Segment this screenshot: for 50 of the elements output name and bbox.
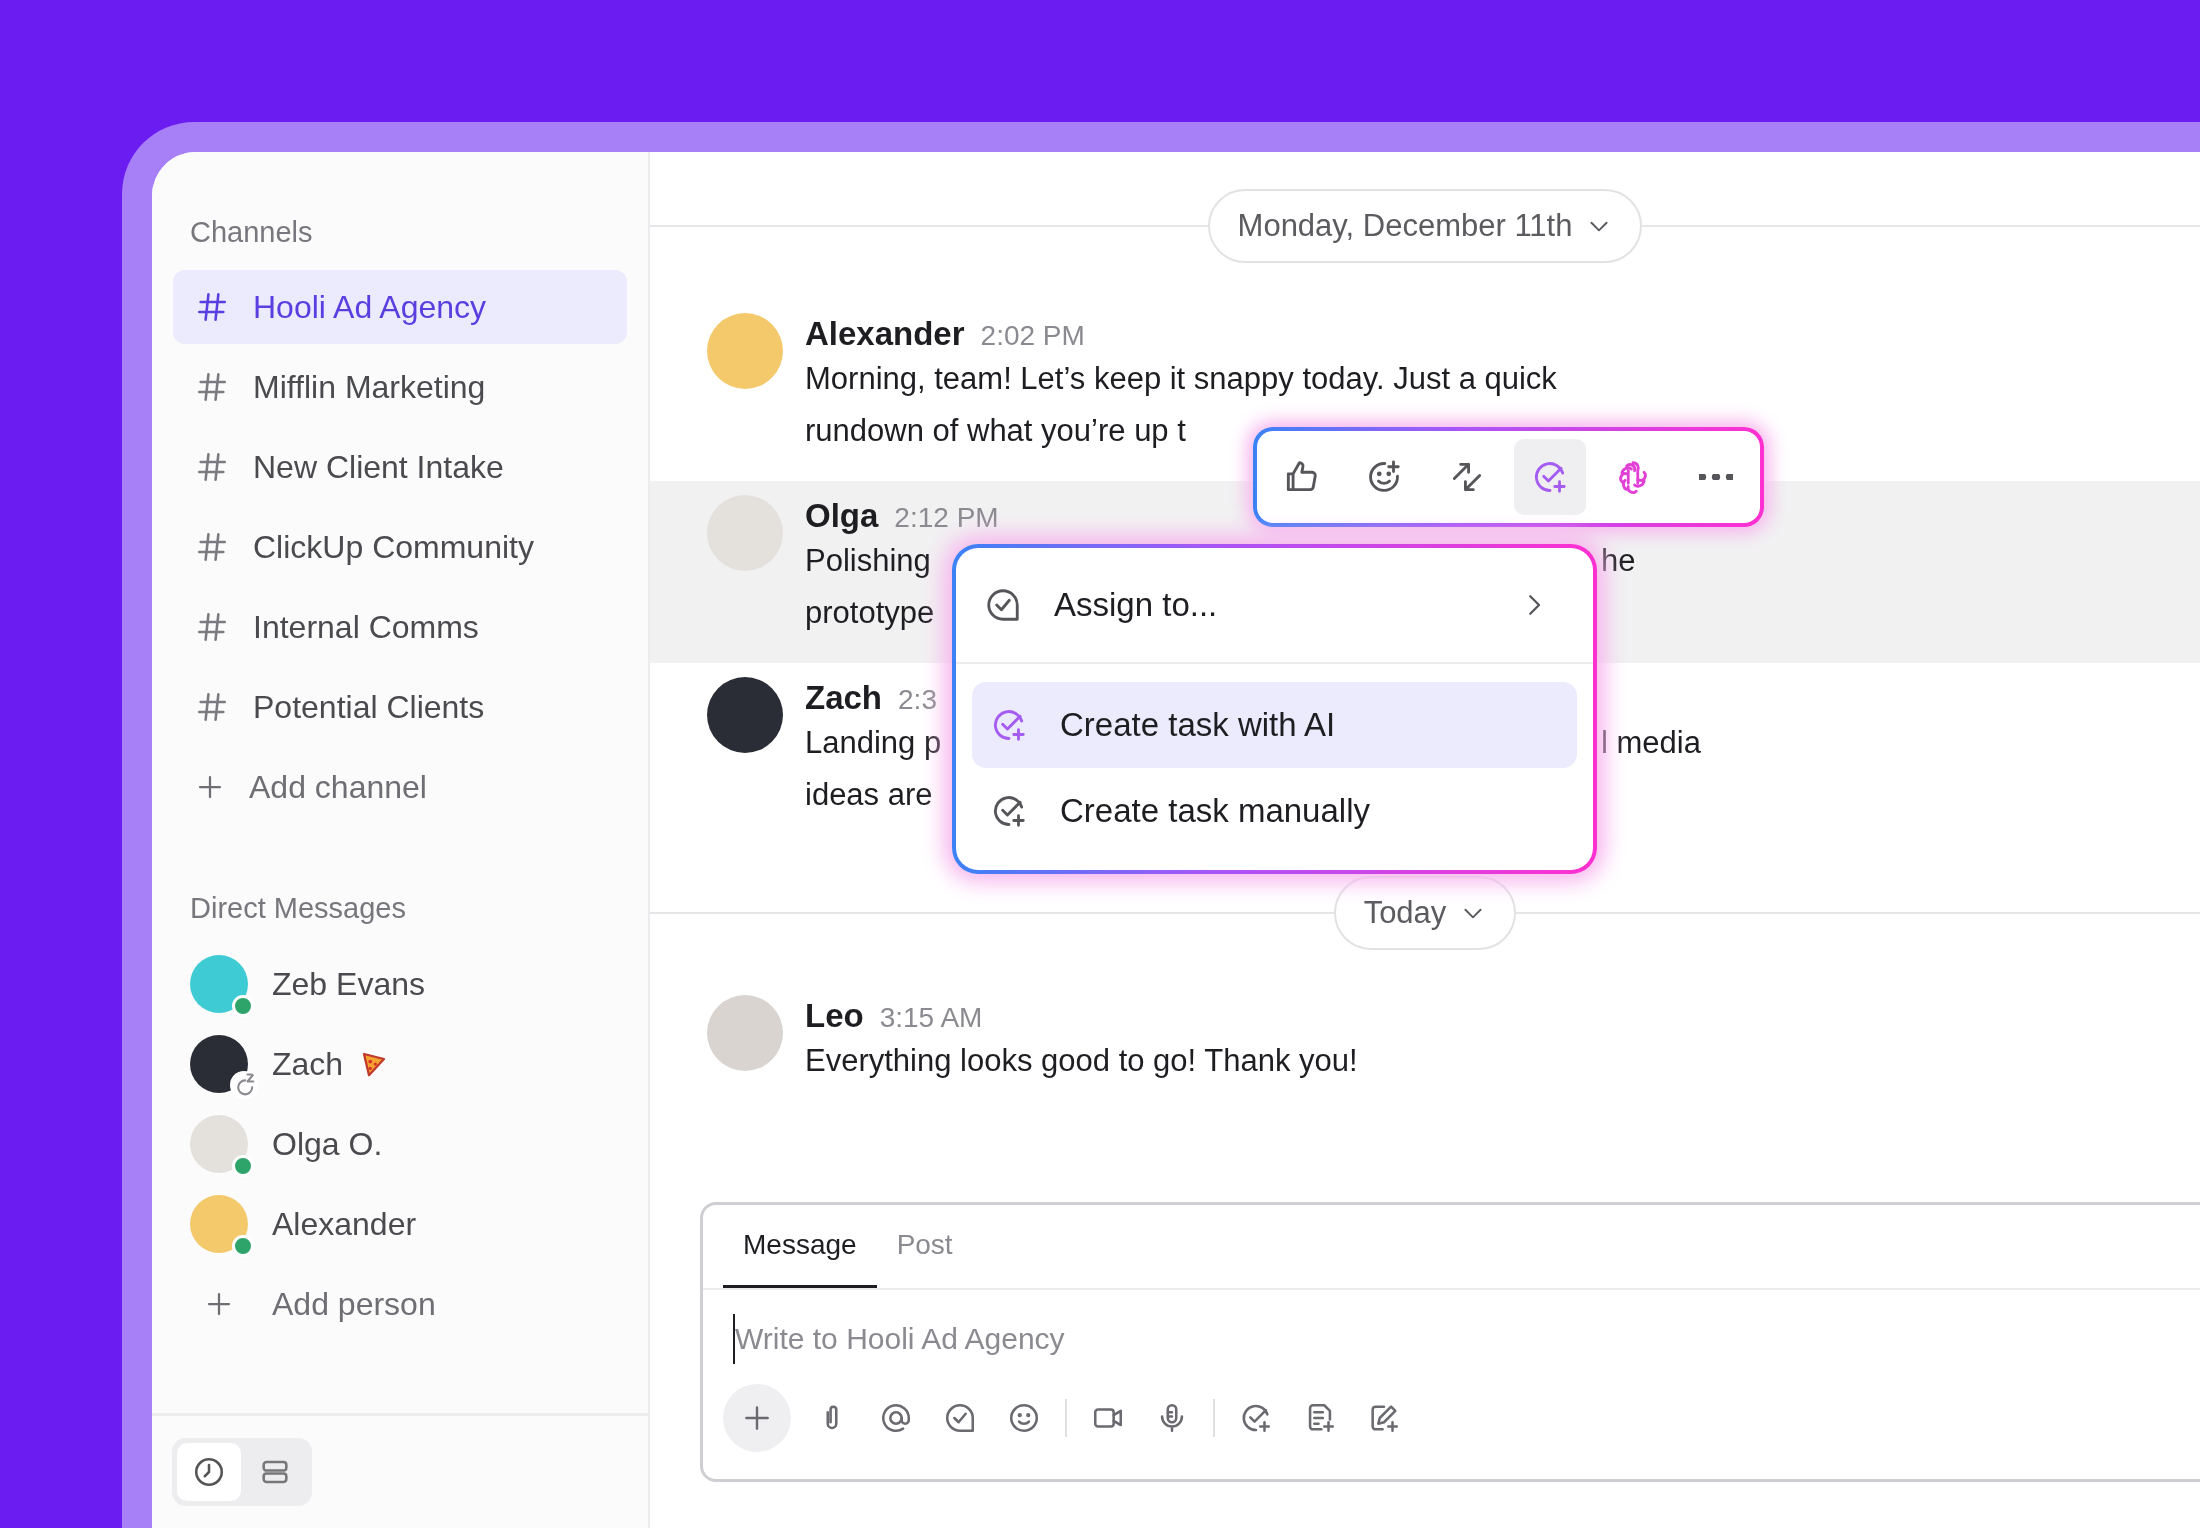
channel-item[interactable]: Hooli Ad Agency [173, 270, 627, 344]
channel-item[interactable]: Potential Clients [173, 670, 627, 744]
author-name: Zach [805, 678, 883, 718]
hash-icon [195, 690, 229, 724]
menu-item[interactable]: Create task manually [972, 768, 1577, 854]
hash-icon [195, 450, 229, 484]
message-text: he [1601, 542, 1636, 580]
message-text: Everything looks good to go! Thank you! [805, 1043, 1358, 1078]
check-bubble-icon [984, 586, 1022, 624]
toolbar-button[interactable] [1514, 439, 1586, 515]
message-time: 2:3 [898, 683, 937, 717]
message-time: 2:12 PM [894, 501, 999, 535]
check-bubble-icon[interactable] [943, 1401, 977, 1435]
message-text: Landing p [805, 725, 942, 760]
message-time: 3:15 AM [879, 1001, 983, 1035]
direct-message-item[interactable]: Zeb Evans [173, 944, 627, 1024]
channel-item[interactable]: Internal Comms [173, 590, 627, 664]
message-text: prototype [805, 595, 935, 630]
section-heading: Direct Messages [189, 891, 407, 926]
hash-icon [195, 290, 229, 324]
section-heading: Channels [189, 215, 314, 250]
menu-item[interactable]: Assign to... [956, 548, 1593, 664]
menu-item[interactable]: Create task with AI [972, 682, 1577, 768]
smiley-icon[interactable] [1007, 1401, 1041, 1435]
message-time: 2:02 PM [980, 319, 1085, 353]
add-channel-button[interactable]: Add channel [173, 750, 627, 824]
author-name: Olga [805, 496, 879, 536]
channel-item[interactable]: ClickUp Community [173, 510, 627, 584]
message-text: l media [1601, 724, 1701, 762]
channel-item[interactable]: New Client Intake [173, 430, 627, 504]
message-text: rundown of what you’re up t [805, 413, 1186, 448]
author-name: Leo [805, 996, 864, 1036]
message-input[interactable]: Write to Hooli Ad Agency [733, 1314, 2191, 1364]
message-text: ideas are [805, 777, 933, 812]
hash-icon [195, 530, 229, 564]
author-name: Alexander [805, 314, 965, 354]
direct-message-item[interactable]: Alexander [173, 1184, 627, 1264]
more-icon [1699, 474, 1733, 480]
add-person-button[interactable]: Add person [173, 1264, 627, 1344]
direct-message-item[interactable]: Olga O. [173, 1104, 627, 1184]
hash-icon [195, 610, 229, 644]
channel-item[interactable]: Mifflin Marketing [173, 350, 627, 424]
clock-icon [192, 1455, 226, 1489]
composer-tab[interactable]: Message [723, 1205, 877, 1288]
view-toggle-button[interactable] [177, 1443, 241, 1501]
at-icon[interactable] [879, 1401, 913, 1435]
message-text: Polishing [805, 543, 931, 578]
direct-message-item[interactable]: Zach [173, 1024, 627, 1104]
message-text: Morning, team! Let’s keep it snappy today. Just a quick [805, 361, 1557, 396]
hash-icon [195, 370, 229, 404]
